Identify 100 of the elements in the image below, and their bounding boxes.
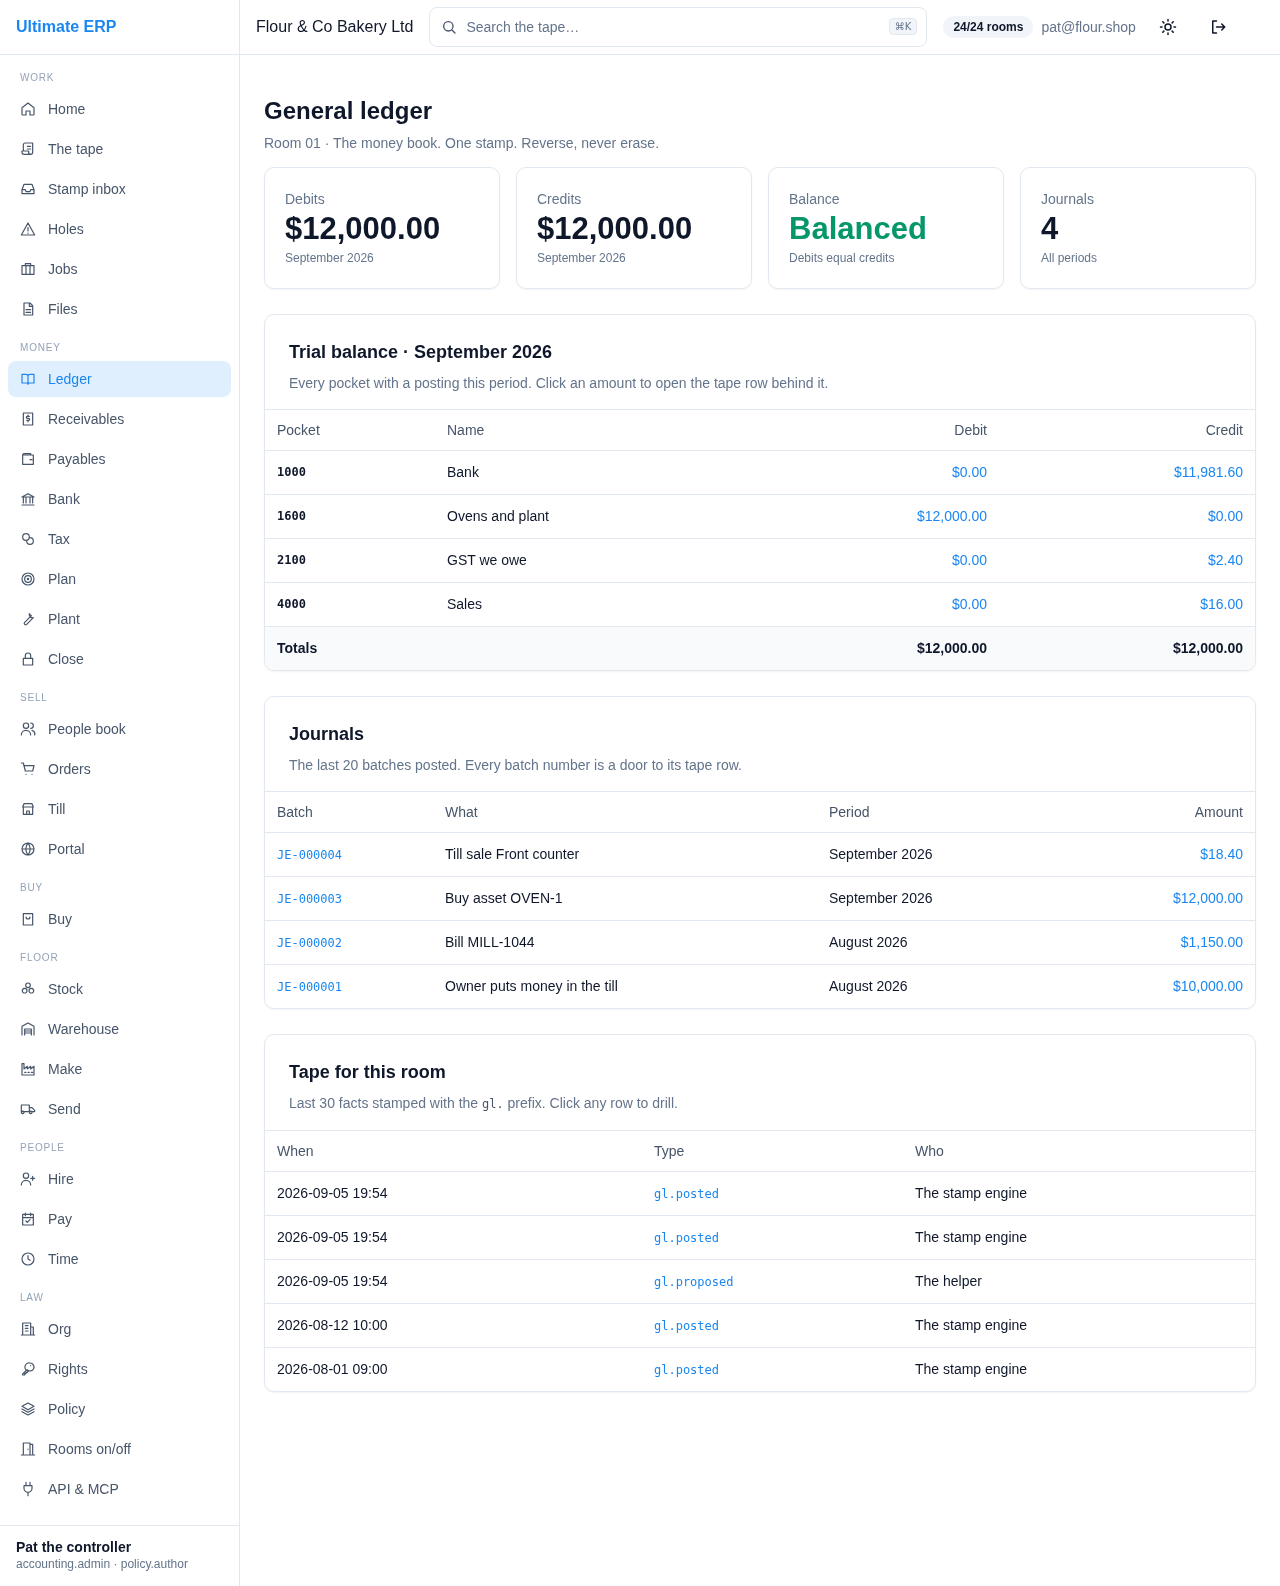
- batch-link[interactable]: JE-000004: [277, 848, 343, 862]
- sidebar-item[interactable]: Stamp inbox: [8, 171, 231, 207]
- table-cell: September 2026: [817, 876, 1036, 920]
- sidebar-item[interactable]: Plan: [8, 561, 231, 597]
- column-header: Who: [903, 1131, 1255, 1171]
- clock-icon: [20, 1251, 36, 1267]
- table-cell: 4000: [265, 582, 435, 626]
- amount-link[interactable]: $11,981.60: [1173, 464, 1243, 480]
- rooms-badge: 24/24 rooms: [943, 16, 1034, 38]
- stat-note: Debits equal credits: [789, 250, 896, 266]
- globe-icon: [20, 841, 36, 857]
- panel-title: Trial balance · September 2026: [289, 341, 554, 364]
- layers-icon: [20, 1401, 36, 1417]
- amount-link[interactable]: $0.00: [951, 552, 987, 568]
- sidebar-item[interactable]: Payables: [8, 441, 231, 477]
- table-cell: The stamp engine: [903, 1303, 1255, 1347]
- sidebar-item[interactable]: Make: [8, 1051, 231, 1087]
- sidebar-item[interactable]: Home: [8, 91, 231, 127]
- batch-link[interactable]: JE-000002: [277, 936, 343, 950]
- app-logo[interactable]: Ultimate ERP: [16, 18, 117, 36]
- briefcase-icon: [20, 261, 36, 277]
- amount-link[interactable]: $1,150.00: [1180, 934, 1243, 950]
- sidebar-item[interactable]: Plant: [8, 601, 231, 637]
- sidebar-item[interactable]: Tax: [8, 521, 231, 557]
- door-icon: [20, 1441, 36, 1457]
- sidebar-item[interactable]: Pay: [8, 1201, 231, 1237]
- table-cell: The stamp engine: [903, 1215, 1255, 1259]
- sidebar-item[interactable]: Stock: [8, 971, 231, 1007]
- plug-icon: [20, 1481, 36, 1497]
- user-name: Pat the controller: [16, 1538, 133, 1556]
- user-roles: accounting.admin · policy.author: [16, 1556, 189, 1572]
- panel-description: Last 30 facts stamped with the gl. prefix. Click any row to drill.: [289, 1094, 679, 1113]
- amount-link[interactable]: $0.00: [951, 596, 987, 612]
- sidebar-item[interactable]: Jobs: [8, 251, 231, 287]
- table-cell: Buy asset OVEN-1: [433, 876, 817, 920]
- sidebar-item[interactable]: Bank: [8, 481, 231, 517]
- table-cell: $12,000.00: [743, 626, 999, 670]
- sidebar-item[interactable]: Orders: [8, 751, 231, 787]
- sidebar-item[interactable]: Hire: [8, 1161, 231, 1197]
- sun-icon: [1158, 18, 1177, 36]
- table-cell: 2026-08-01 09:00: [265, 1347, 642, 1391]
- sidebar-item[interactable]: Holes: [8, 211, 231, 247]
- batch-link[interactable]: JE-000001: [277, 980, 343, 995]
- bag-icon: [20, 911, 36, 927]
- stat-label: Debits: [285, 190, 326, 208]
- factory-icon: [20, 1061, 36, 1077]
- sidebar-item[interactable]: Files: [8, 291, 231, 327]
- receipt-icon: [20, 411, 36, 427]
- sidebar-item[interactable]: People book: [8, 711, 231, 747]
- table-cell: Bank: [435, 450, 743, 494]
- home-icon: [20, 101, 36, 117]
- column-header: Credit: [999, 410, 1255, 450]
- sidebar-item[interactable]: Policy: [8, 1391, 231, 1427]
- amount-link[interactable]: $12,000.00: [1172, 890, 1243, 906]
- amount-link[interactable]: $18.40: [1200, 846, 1243, 862]
- sidebar-item[interactable]: Warehouse: [8, 1011, 231, 1047]
- table-cell: September 2026: [817, 832, 1036, 876]
- table-cell: GST we owe: [435, 538, 743, 582]
- sidebar-item[interactable]: Receivables: [8, 401, 231, 437]
- table-cell: The helper: [903, 1259, 1255, 1303]
- page-title: General ledger: [264, 96, 434, 126]
- sidebar-item[interactable]: Portal: [8, 831, 231, 867]
- amount-link[interactable]: $0.00: [951, 464, 987, 480]
- stat-value: 4: [1041, 210, 1060, 248]
- warning-icon: [20, 221, 36, 237]
- nav-section-label: FLOOR: [19, 951, 60, 965]
- amount-link[interactable]: $10,000.00: [1172, 978, 1243, 995]
- bank-icon: [20, 491, 36, 507]
- sidebar-item[interactable]: Time: [8, 1241, 231, 1277]
- amount-link[interactable]: $2.40: [1207, 552, 1243, 568]
- table-cell: $12,000.00: [999, 626, 1255, 670]
- amount-link[interactable]: $16.00: [1200, 596, 1243, 612]
- batch-link[interactable]: JE-000003: [277, 892, 343, 906]
- sidebar-item[interactable]: Send: [8, 1091, 231, 1127]
- column-header: Pocket: [265, 410, 435, 450]
- building-icon: [20, 1321, 36, 1337]
- sidebar-item[interactable]: API & MCP: [8, 1471, 231, 1507]
- sidebar-item[interactable]: Buy: [8, 901, 231, 937]
- nav-section-label: PEOPLE: [19, 1141, 66, 1155]
- table-cell: August 2026: [817, 964, 1036, 1008]
- event-type: gl.posted: [654, 1319, 720, 1333]
- amount-link[interactable]: $0.00: [1207, 508, 1243, 524]
- sidebar-item[interactable]: Rooms on/off: [8, 1431, 231, 1467]
- table-cell: 2026-09-05 19:54: [265, 1215, 642, 1259]
- table-cell: 2026-09-05 19:54: [265, 1171, 642, 1215]
- wallet-icon: [20, 451, 36, 467]
- event-type: gl.posted: [654, 1363, 720, 1378]
- column-header: Name: [435, 410, 743, 450]
- sidebar-item[interactable]: Org: [8, 1311, 231, 1347]
- stat-note: September 2026: [537, 250, 627, 266]
- sidebar-item[interactable]: Till: [8, 791, 231, 827]
- sidebar-item[interactable]: The tape: [8, 131, 231, 167]
- table-cell: August 2026: [817, 920, 1036, 964]
- sidebar-item[interactable]: Rights: [8, 1351, 231, 1387]
- event-type: gl.proposed: [654, 1275, 734, 1289]
- user-plus-icon: [20, 1171, 36, 1187]
- panel-title: Tape for this room: [289, 1061, 447, 1084]
- amount-link[interactable]: $12,000.00: [916, 508, 987, 524]
- nav-section-label: SELL: [19, 691, 49, 705]
- sidebar-item[interactable]: Close: [8, 641, 231, 677]
